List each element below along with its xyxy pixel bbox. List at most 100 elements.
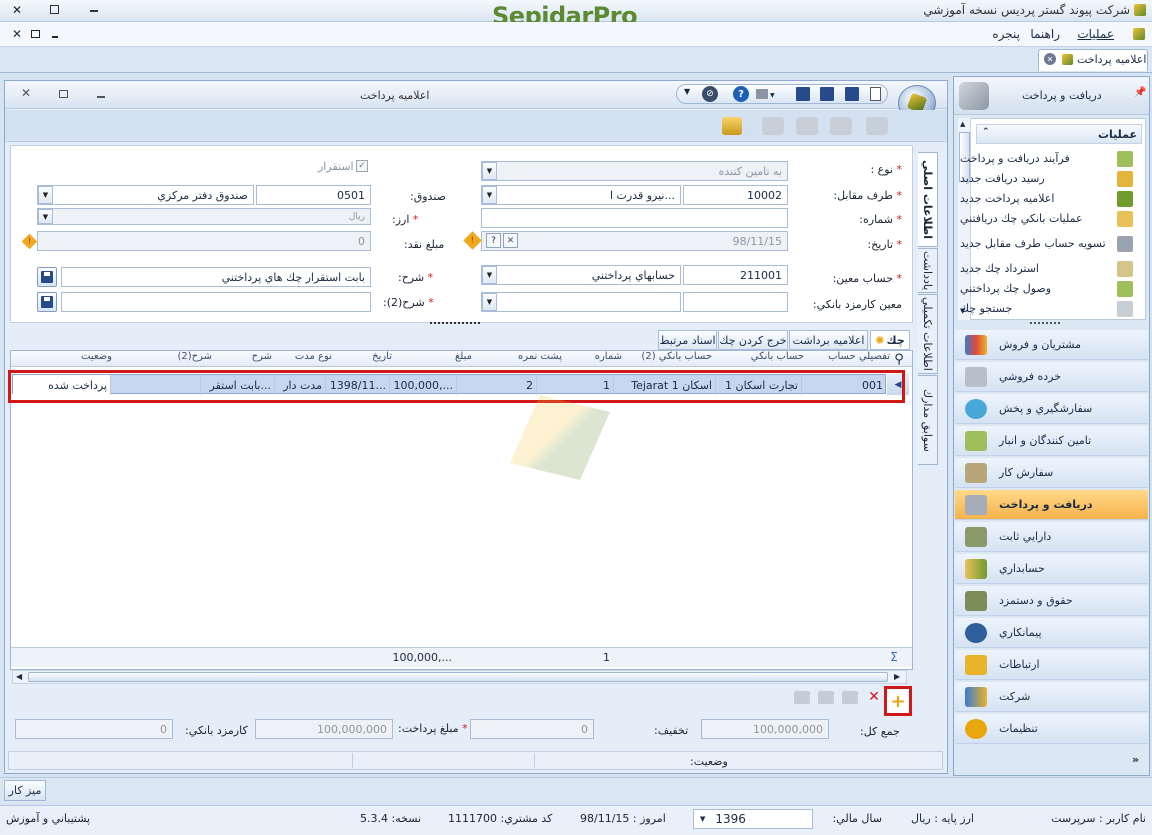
qat-dropdown-icon[interactable]: ▼ [684, 87, 690, 96]
window-close-button[interactable]: ✕ [21, 86, 31, 100]
fund-name-select[interactable]: صندوق دفتر مركزي ▼ [37, 185, 254, 205]
mdi-close-button[interactable]: ✕ [12, 27, 22, 41]
help-icon[interactable]: ? [733, 86, 749, 102]
module-accounting[interactable]: حسابداري [955, 554, 1148, 584]
grid-header-desc[interactable]: شرح [252, 351, 272, 365]
menu-item-operations[interactable]: عمليات [1077, 27, 1114, 41]
account-name-select[interactable]: حسابهاي پرداختني ▼ [481, 265, 681, 285]
account-dropdown-icon[interactable]: ▼ [482, 266, 497, 284]
op-new-receipt[interactable]: رسيد دريافت جديد [960, 169, 1110, 189]
module-company[interactable]: شركت [955, 682, 1148, 712]
grid-header-date[interactable]: تاريخ [372, 351, 392, 365]
row-tool-icon-2[interactable] [818, 691, 834, 704]
date-picker-icon[interactable]: ? [486, 233, 501, 248]
copy-document-icon[interactable] [866, 117, 888, 135]
op-bank-check-ops[interactable]: عمليات بانكي چك دريافتني [960, 209, 1110, 229]
module-ordering-distribution[interactable]: سفارشگيري و پخش [955, 394, 1148, 424]
row-tool-icon-3[interactable] [794, 691, 810, 704]
grid-header-desc2[interactable]: شرح(2) [177, 351, 212, 365]
confirm-checkbox[interactable]: ✓ [356, 160, 368, 172]
ops-scroll-up-icon[interactable]: ▲ [960, 120, 965, 128]
mdi-restore-button[interactable] [31, 30, 40, 38]
number-input[interactable] [481, 208, 788, 228]
status-support[interactable]: پشتيباني و آموزش [6, 812, 90, 825]
nav-splitter[interactable] [1030, 322, 1060, 325]
counterparty-dropdown-icon[interactable]: ▼ [482, 186, 497, 204]
save-all-icon[interactable] [820, 87, 834, 101]
grid-hscroll-thumb[interactable] [28, 672, 888, 682]
tab-related[interactable]: اسناد مرتبط [658, 330, 717, 350]
grid-search-icon[interactable]: ⚲ [889, 351, 909, 367]
grid-header-amount[interactable]: مبلغ [455, 351, 472, 365]
side-tab-notes[interactable]: يادداشت [918, 248, 938, 293]
grid-hscroll-right-icon[interactable]: ▶ [894, 672, 900, 681]
delete-document-icon[interactable] [830, 117, 852, 135]
qat-options-icon[interactable]: ⊘ [702, 86, 718, 102]
module-communications[interactable]: ارتباطات [955, 650, 1148, 680]
grid-header-bank2[interactable]: حساب بانكي (2) [641, 351, 712, 365]
fiscal-year-select[interactable]: ▼ 1396 [693, 809, 813, 829]
grid-header-serial[interactable]: پشت نمره [518, 351, 562, 365]
row-tool-icon-1[interactable] [842, 691, 858, 704]
counterparty-code-input[interactable]: 10002 [683, 185, 788, 205]
side-tab-extra-info[interactable]: اطلاعات تكميلي [918, 294, 938, 374]
tab-out-check[interactable]: خرج كردن چك [718, 330, 788, 350]
module-receive-pay[interactable]: دريافت و پرداخت [955, 490, 1148, 520]
app-minimize-button[interactable] [90, 10, 98, 12]
delete-row-icon[interactable]: ✕ [866, 689, 882, 705]
op-receive-pay-process[interactable]: فرآيند دريافت و پرداخت [960, 149, 1110, 169]
save-icon[interactable] [796, 87, 810, 101]
save-close-icon[interactable] [845, 87, 859, 101]
module-contracting[interactable]: پيمانكاري [955, 618, 1148, 648]
module-work-order[interactable]: سفارش كار [955, 458, 1148, 488]
grid-header-number[interactable]: شماره [595, 351, 622, 365]
discount-value[interactable]: 0 [470, 719, 594, 739]
fee-account-code-input[interactable] [683, 292, 788, 312]
date-input[interactable]: 98/11/15 [481, 231, 788, 251]
app-restore-button[interactable] [50, 5, 59, 14]
desk-button[interactable]: ميز كار [4, 780, 46, 801]
window-restore-button[interactable] [59, 90, 68, 98]
grid-header-bank[interactable]: حساب بانكي [751, 351, 804, 365]
fund-dropdown-icon[interactable]: ▼ [38, 186, 53, 204]
currency-dropdown-icon[interactable]: ▼ [38, 209, 53, 224]
nav-expand-icon[interactable]: » [1132, 753, 1139, 766]
module-retail[interactable]: خرده فروشي [955, 362, 1148, 392]
nav-pin-icon[interactable]: 📌 [1134, 87, 1146, 98]
op-new-check-return[interactable]: استرداد چك جديد [960, 259, 1110, 279]
module-suppliers-warehouse[interactable]: تامين كنندگان و انبار [955, 426, 1148, 456]
counterparty-name-select[interactable]: نيرو قدرت ا... ▼ [481, 185, 681, 205]
coins-icon[interactable] [722, 117, 742, 135]
desc2-input[interactable] [61, 292, 371, 312]
fee-account-name-select[interactable]: ▼ [481, 292, 681, 312]
fund-code-input[interactable]: 0501 [256, 185, 371, 205]
tab-notice[interactable]: اعلاميه برداشت [789, 330, 868, 350]
tab-check[interactable]: ✺ چك [870, 330, 910, 350]
type-select[interactable]: به تامين كننده ▼ [481, 161, 788, 181]
module-settings[interactable]: تنظيمات [955, 714, 1148, 744]
module-fixed-assets[interactable]: دارايي ثابت [955, 522, 1148, 552]
account-code-input[interactable]: 211001 [683, 265, 788, 285]
desc-save-button[interactable] [37, 267, 57, 287]
grid-header-detail[interactable]: تفصيلي حساب [828, 351, 890, 365]
app-close-button[interactable]: ✕ [12, 3, 22, 17]
fee-account-dropdown-icon[interactable]: ▼ [482, 293, 497, 311]
cash-input[interactable]: 0 [37, 231, 371, 251]
window-minimize-button[interactable] [97, 96, 105, 98]
type-dropdown-icon[interactable]: ▼ [482, 162, 497, 180]
new-document-icon[interactable] [870, 87, 881, 101]
menu-item-window[interactable]: پنجره [992, 27, 1020, 41]
module-customers-sales[interactable]: مشتريان و فروش [955, 330, 1148, 360]
forward-arrow-icon[interactable] [796, 117, 818, 135]
op-new-settlement[interactable]: تسويه حساب طرف مقابل جديد [960, 231, 1110, 257]
desc-input[interactable]: بابت استقرار چك هاي پرداختني [61, 267, 371, 287]
mdi-minimize-button[interactable] [52, 36, 58, 38]
ops-collapse-icon[interactable]: ⌃ [982, 127, 990, 137]
side-tab-main-info[interactable]: اطلاعات اصلي [918, 152, 938, 247]
print-dropdown-icon[interactable]: ▼ [770, 92, 775, 99]
menu-item-help[interactable]: راهنما [1030, 27, 1060, 41]
back-arrow-icon[interactable] [762, 117, 784, 135]
add-row-button[interactable]: + [884, 686, 912, 716]
grid-header-term[interactable]: نوع مدت [295, 351, 332, 365]
splitter-handle[interactable] [430, 322, 480, 326]
